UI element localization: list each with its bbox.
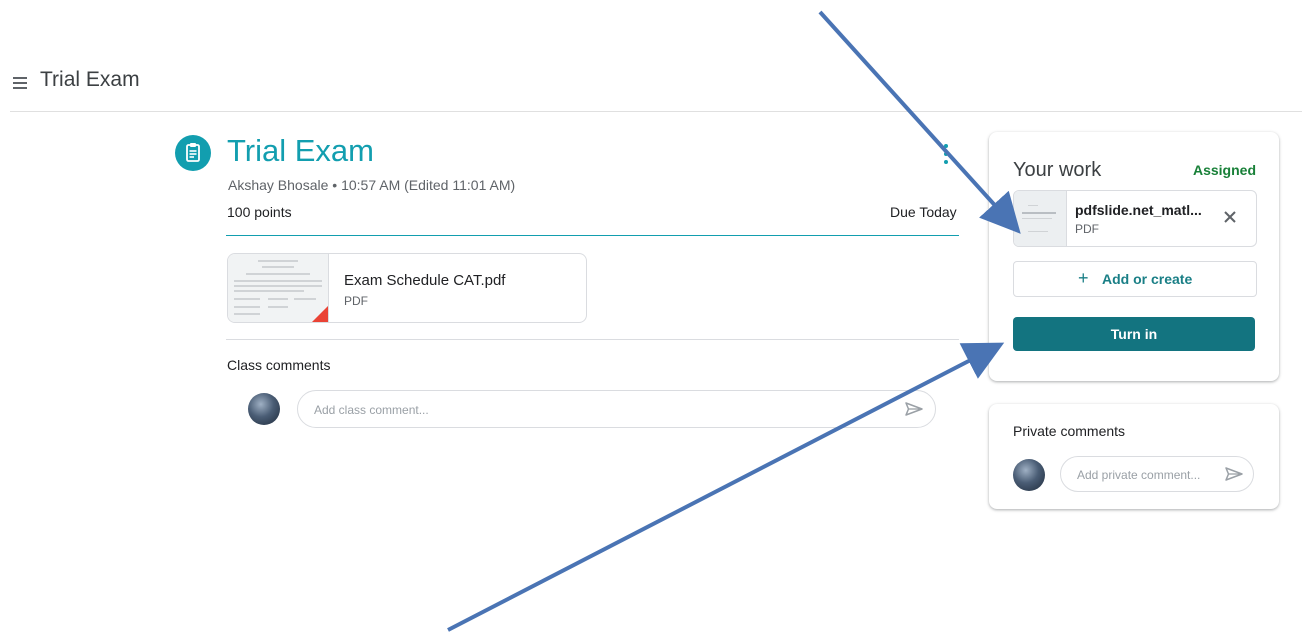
- your-work-card: Your work Assigned pdfslide.net_matl... …: [989, 132, 1279, 381]
- submitted-file-type: PDF: [1075, 222, 1099, 236]
- private-comments-card: Private comments: [989, 404, 1279, 509]
- more-options-icon[interactable]: [942, 142, 950, 166]
- private-comments-label: Private comments: [1013, 423, 1126, 439]
- turn-in-button[interactable]: Turn in: [1013, 317, 1255, 351]
- attachment-name: Exam Schedule CAT.pdf: [344, 272, 506, 289]
- assignment-meta: Akshay Bhosale • 10:57 AM (Edited 11:01 …: [228, 177, 516, 193]
- assignment-title: Trial Exam: [227, 133, 374, 168]
- menu-icon[interactable]: [10, 72, 32, 94]
- class-comment-box[interactable]: [297, 390, 936, 429]
- attachment-type: PDF: [344, 294, 368, 308]
- pdf-fold-icon: [312, 306, 328, 322]
- private-comment-box[interactable]: [1060, 456, 1254, 493]
- app-title: Trial Exam: [40, 68, 140, 91]
- submitted-file[interactable]: pdfslide.net_matl... PDF: [1013, 190, 1257, 247]
- file-thumbnail: [1014, 191, 1067, 246]
- points-label: 100 points: [227, 204, 292, 220]
- add-or-create-button[interactable]: + Add or create: [1013, 261, 1257, 297]
- add-or-create-label: Add or create: [1102, 271, 1193, 287]
- header-divider: [10, 111, 1302, 112]
- close-icon[interactable]: [1220, 207, 1240, 227]
- turn-in-label: Turn in: [1110, 326, 1158, 342]
- due-date-label: Due Today: [890, 204, 957, 220]
- avatar: [248, 393, 280, 425]
- send-icon[interactable]: [904, 401, 924, 417]
- send-icon[interactable]: [1224, 466, 1244, 482]
- private-comment-input[interactable]: [1075, 457, 1219, 493]
- attachment-card[interactable]: Exam Schedule CAT.pdf PDF: [227, 253, 587, 323]
- class-comments-label: Class comments: [227, 357, 331, 373]
- class-comment-input[interactable]: [312, 391, 876, 429]
- title-divider: [226, 235, 959, 236]
- submitted-file-name: pdfslide.net_matl...: [1075, 202, 1202, 218]
- comments-divider: [226, 339, 959, 340]
- your-work-title: Your work: [1013, 159, 1102, 181]
- pdf-thumbnail: [228, 254, 329, 322]
- status-badge: Assigned: [1192, 162, 1256, 178]
- assignment-icon: [175, 135, 211, 171]
- plus-icon: +: [1078, 268, 1089, 288]
- avatar: [1013, 459, 1045, 491]
- arrow-to-file: [818, 10, 1021, 234]
